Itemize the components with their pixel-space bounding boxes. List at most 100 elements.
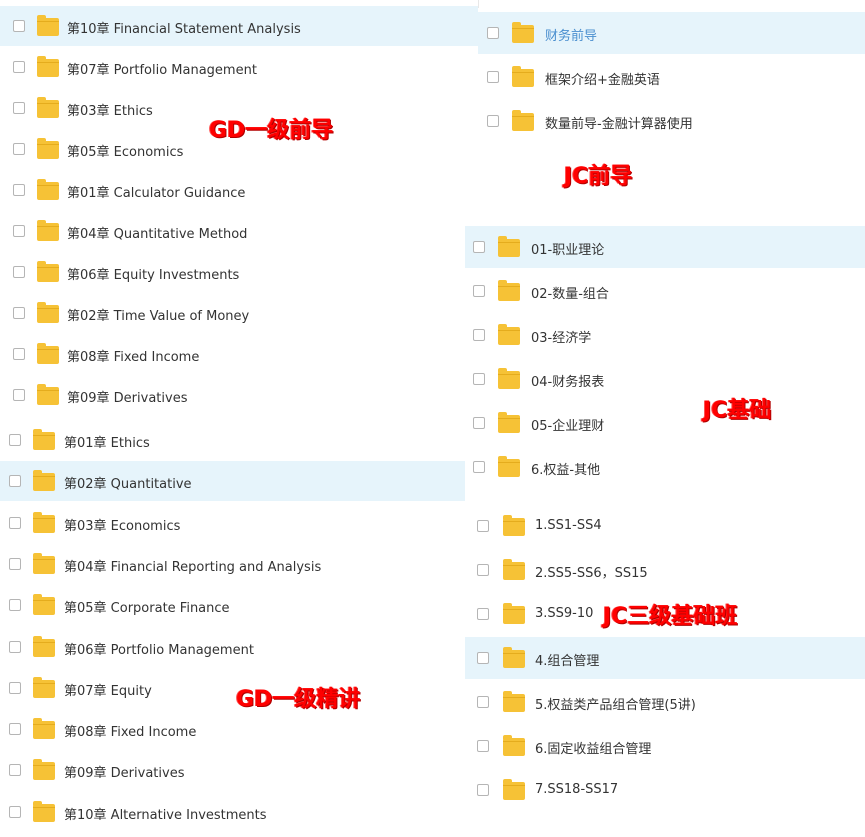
folder-name: 05-企业理财 [531,419,605,434]
checkbox[interactable] [477,696,489,708]
checkbox[interactable] [473,461,485,473]
folder-name: 第07章 Portfolio Management [67,63,257,78]
folder-icon [33,718,55,740]
list-item[interactable]: 6.固定收益组合管理 [465,725,865,767]
checkbox[interactable] [9,434,21,446]
checkbox[interactable] [13,348,25,360]
list-item[interactable]: 第07章 Equity [0,668,465,708]
checkbox[interactable] [13,266,25,278]
checkbox[interactable] [487,115,499,127]
panel-divider [478,0,479,8]
checkbox[interactable] [473,329,485,341]
checkbox[interactable] [9,681,21,694]
folder-icon [37,261,59,282]
folder-icon [503,647,525,668]
checkbox[interactable] [477,784,489,796]
gd-jingjiang-tag: GD一级精讲 [236,687,361,712]
folder-icon [37,97,59,118]
checkbox[interactable] [13,61,25,73]
list-item[interactable]: 第04章 Financial Reporting and Analysis [0,544,465,584]
list-item[interactable]: 第09章 Derivatives [0,750,465,790]
list-item[interactable]: 第07章 Portfolio Management [0,47,478,87]
list-item[interactable]: 第02章 Time Value of Money [0,293,478,333]
folder-icon [498,236,520,257]
checkbox[interactable] [473,241,485,253]
list-item[interactable]: 第10章 Financial Statement Analysis [0,6,478,46]
checkbox[interactable] [487,71,499,83]
checkbox[interactable] [487,27,499,39]
list-item[interactable]: 财务前导 [478,12,865,54]
checkbox[interactable] [473,285,485,297]
checkbox[interactable] [9,805,21,818]
list-item[interactable]: 第09章 Derivatives [0,375,478,415]
checkbox[interactable] [9,764,21,777]
checkbox[interactable] [477,608,489,620]
checkbox[interactable] [13,389,25,401]
folder-name: 第03章 Ethics [67,104,153,119]
checkbox[interactable] [13,225,25,237]
folder-name: 第05章 Corporate Finance [64,601,230,617]
list-item[interactable]: 第08章 Fixed Income [0,709,465,749]
list-item[interactable]: 第03章 Economics [0,503,465,543]
folder-name: 6.固定收益组合管理 [535,742,652,757]
checkbox[interactable] [13,102,25,114]
folder-name: 第04章 Financial Reporting and Analysis [64,559,322,575]
folder-icon [498,280,520,301]
list-item[interactable]: 05-企业理财 [465,402,865,444]
list-item[interactable]: 04-财务报表 [465,358,865,400]
checkbox[interactable] [9,557,21,570]
folder-name: 框架介绍+金融英语 [545,73,660,88]
folder-icon [33,470,55,492]
folder-name: 财务前导 [545,29,598,44]
list-item[interactable]: 第06章 Equity Investments [0,252,478,292]
list-item[interactable]: 第10章 Alternative Investments [0,792,465,832]
list-item[interactable]: 第06章 Portfolio Management [0,627,465,667]
list-item[interactable]: 第01章 Calculator Guidance [0,170,478,210]
list-item[interactable]: 5.权益类产品组合管理(5讲) [465,681,865,723]
list-item[interactable]: 数量前导-金融计算器使用 [478,100,865,142]
checkbox[interactable] [9,599,21,612]
folder-name: 03-经济学 [531,331,592,346]
list-item[interactable]: 框架介绍+金融英语 [478,56,865,98]
gd-jingjiang-panel: 第01章 Ethics 第02章 Quantitative 第03章 Economi… [0,419,465,837]
folder-icon [503,515,525,536]
checkbox[interactable] [473,373,485,385]
checkbox[interactable] [477,564,489,576]
folder-icon [503,559,525,580]
folder-icon [37,384,59,405]
list-item[interactable]: 1.SS1-SS4 [465,505,865,547]
folder-icon [37,138,59,159]
folder-icon [512,22,534,43]
checkbox[interactable] [477,520,489,532]
folder-icon [37,343,59,364]
list-item[interactable]: 第02章 Quantitative [0,461,465,502]
list-item[interactable]: 7.SS18-SS17 [465,769,865,811]
list-item[interactable]: 02-数量-组合 [465,270,865,312]
checkbox[interactable] [13,20,25,32]
list-item[interactable]: 01-职业理论 [465,226,865,268]
folder-icon [37,56,59,77]
list-item[interactable]: 第04章 Quantitative Method [0,211,478,251]
list-item[interactable]: 第08章 Fixed Income [0,334,478,374]
jc-jichu-panel: 01-职业理论 02-数量-组合 03-经济学 04-财务报表 05-企业理财 6.权益-… [465,224,865,496]
checkbox[interactable] [473,417,485,429]
checkbox[interactable] [9,640,21,653]
checkbox[interactable] [13,143,25,155]
checkbox[interactable] [9,516,21,529]
checkbox[interactable] [477,740,489,752]
folder-name: 第02章 Quantitative [64,477,192,493]
folder-name: 3.SS9-10 [535,606,594,621]
checkbox[interactable] [13,184,25,196]
folder-icon [503,735,525,756]
list-item[interactable]: 4.组合管理 [465,637,865,679]
list-item[interactable]: 第05章 Corporate Finance [0,585,465,625]
folder-icon [33,511,55,533]
list-item[interactable]: 2.SS5-SS6，SS15 [465,549,865,591]
checkbox[interactable] [477,652,489,664]
checkbox[interactable] [9,475,21,488]
checkbox[interactable] [9,723,21,736]
list-item[interactable]: 第01章 Ethics [0,420,465,460]
checkbox[interactable] [13,307,25,319]
list-item[interactable]: 03-经济学 [465,314,865,356]
list-item[interactable]: 6.权益-其他 [465,446,865,488]
